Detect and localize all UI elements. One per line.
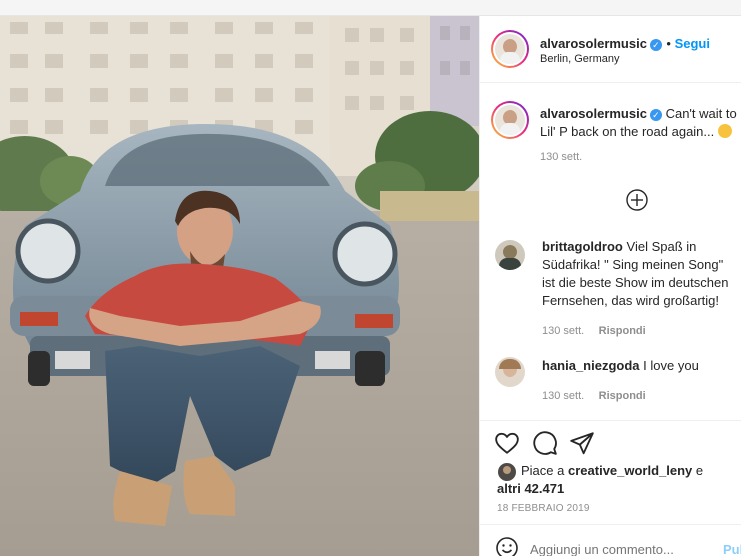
add-circle-icon [626, 189, 648, 211]
header-avatar[interactable] [491, 30, 529, 68]
comment-text-line: Viel Spaß in [626, 239, 697, 254]
header-location[interactable]: Berlin, Germany [540, 53, 619, 65]
post-detail-panel: alvarosolermusic ✓ • Segui Berlin, German… [479, 16, 741, 556]
comment-time[interactable]: 130 sett. [542, 325, 584, 337]
follow-separator: • [666, 36, 675, 51]
add-comment-input[interactable] [530, 540, 700, 556]
comment-text-line: Fernsehen, das wird großartig! [542, 293, 720, 308]
heart-icon [495, 432, 519, 454]
emoji-icon [496, 537, 518, 556]
share-button[interactable] [569, 430, 595, 456]
reply-button[interactable]: Rispondi [599, 325, 646, 337]
emoji-button[interactable] [495, 536, 519, 556]
comment-item: hania_niezgoda I love you 130 sett. Risp… [480, 355, 741, 405]
like-button[interactable] [494, 430, 520, 456]
post-header: alvarosolermusic ✓ • Segui Berlin, German… [480, 16, 741, 81]
browser-top-strip [0, 0, 741, 16]
header-divider [480, 82, 741, 83]
comment-box-divider [480, 524, 741, 525]
comment-time[interactable]: 130 sett. [542, 390, 584, 402]
caption-text-line1: Can't wait to [665, 106, 737, 121]
likes-section: Piace a creative_world_leny e altri 42.4… [480, 460, 741, 500]
caption-username[interactable]: alvarosolermusic [540, 106, 647, 121]
post-photo-image [0, 16, 479, 556]
liker-username[interactable]: creative_world_leny [568, 463, 692, 478]
likes-count[interactable]: altri 42.471 [497, 481, 564, 496]
comment-text-line: Südafrika! " Sing meinen Song" [542, 257, 724, 272]
caption: alvarosolermusic ✓ Can't wait to Lil' P b… [480, 98, 741, 178]
post-photo[interactable] [0, 16, 479, 556]
reply-button[interactable]: Rispondi [599, 390, 646, 402]
share-icon [570, 432, 594, 455]
comment-avatar[interactable] [495, 240, 525, 270]
comment-button[interactable] [532, 430, 558, 456]
verified-badge-icon: ✓ [649, 39, 662, 51]
likes-prefix: Piace a [521, 463, 565, 478]
header-username[interactable]: alvarosolermusic [540, 36, 647, 51]
follow-button[interactable]: Segui [675, 36, 710, 51]
comment-text-line: ist die beste Show im deutschen [542, 275, 729, 290]
verified-badge-icon: ✓ [649, 109, 662, 121]
caption-time[interactable]: 130 sett. [540, 151, 582, 163]
caption-text-line2: Lil' P back on the road again... [540, 124, 715, 139]
comment-avatar[interactable] [495, 357, 525, 387]
likes-conj: e [695, 463, 704, 478]
liker-avatar[interactable] [498, 463, 516, 481]
comment-username[interactable]: hania_niezgoda [542, 358, 640, 373]
comment-username[interactable]: brittagoldroo [542, 239, 623, 254]
comment-item: brittagoldroo Viel Spaß in Südafrika! " … [480, 236, 741, 346]
actions-divider [480, 420, 741, 421]
smile-emoji-icon [717, 124, 732, 138]
post-date[interactable]: 18 FEBBRAIO 2019 [497, 503, 590, 514]
comment-icon [533, 431, 557, 455]
comment-text-line: I love you [643, 358, 699, 373]
caption-avatar[interactable] [491, 101, 529, 139]
post-comment-button[interactable]: Pub [723, 542, 741, 556]
load-more-comments-button[interactable] [626, 189, 648, 211]
